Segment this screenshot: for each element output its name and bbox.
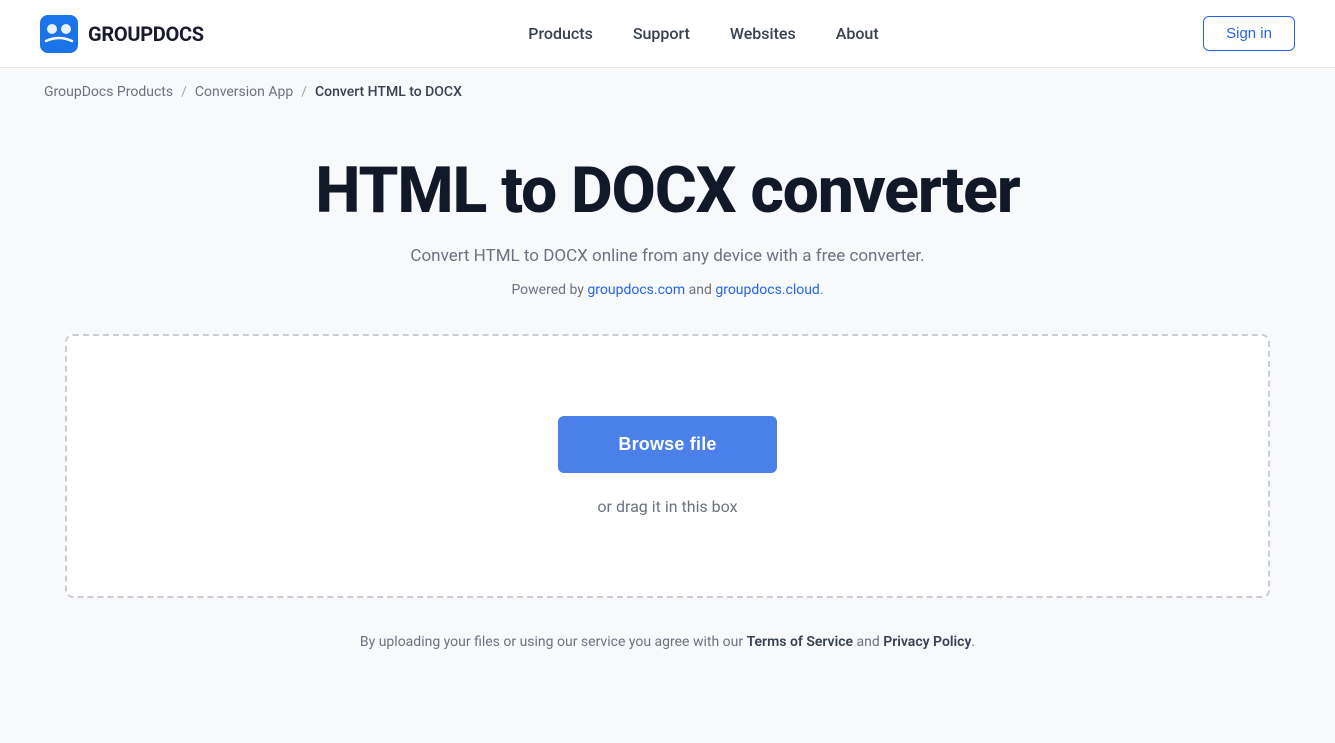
- powered-by-link1[interactable]: groupdocs.com: [587, 282, 685, 298]
- brand-name: GROUPDOCS: [88, 22, 204, 46]
- privacy-link[interactable]: Privacy Policy: [883, 634, 971, 650]
- breadcrumb-sep-2: /: [301, 84, 307, 100]
- breadcrumb-conversion-app[interactable]: Conversion App: [195, 84, 293, 100]
- nav-websites[interactable]: Websites: [730, 24, 796, 43]
- main-nav: Products Support Websites About: [528, 24, 878, 43]
- sign-in-button[interactable]: Sign in: [1203, 16, 1295, 51]
- footer-notice: By uploading your files or using our ser…: [360, 634, 975, 650]
- browse-file-button[interactable]: Browse file: [558, 416, 776, 473]
- powered-by-suffix: .: [820, 282, 824, 298]
- powered-by-text: Powered by groupdocs.com and groupdocs.c…: [511, 282, 823, 298]
- powered-by-prefix: Powered by: [511, 282, 587, 298]
- powered-by-link2[interactable]: groupdocs.cloud: [715, 282, 820, 298]
- tos-link[interactable]: Terms of Service: [747, 634, 853, 650]
- nav-about[interactable]: About: [836, 24, 879, 43]
- main-content: HTML to DOCX converter Convert HTML to D…: [0, 116, 1335, 710]
- breadcrumb-home[interactable]: GroupDocs Products: [44, 84, 173, 100]
- page-title: HTML to DOCX converter: [315, 156, 1019, 226]
- drop-zone[interactable]: Browse file or drag it in this box: [65, 334, 1270, 598]
- page-subtitle: Convert HTML to DOCX online from any dev…: [410, 246, 924, 266]
- drag-text: or drag it in this box: [597, 497, 737, 516]
- footer-suffix: .: [971, 634, 975, 650]
- powered-by-and: and: [685, 282, 715, 298]
- footer-notice-prefix: By uploading your files or using our ser…: [360, 634, 747, 650]
- footer-and: and: [853, 634, 883, 650]
- breadcrumb-current: Convert HTML to DOCX: [315, 84, 462, 100]
- logo-link[interactable]: GROUPDOCS: [40, 15, 204, 53]
- breadcrumb-sep-1: /: [181, 84, 187, 100]
- breadcrumb: GroupDocs Products / Conversion App / Co…: [0, 68, 1335, 116]
- groupdocs-logo-icon: [40, 15, 78, 53]
- nav-products[interactable]: Products: [528, 24, 593, 43]
- nav-support[interactable]: Support: [633, 24, 690, 43]
